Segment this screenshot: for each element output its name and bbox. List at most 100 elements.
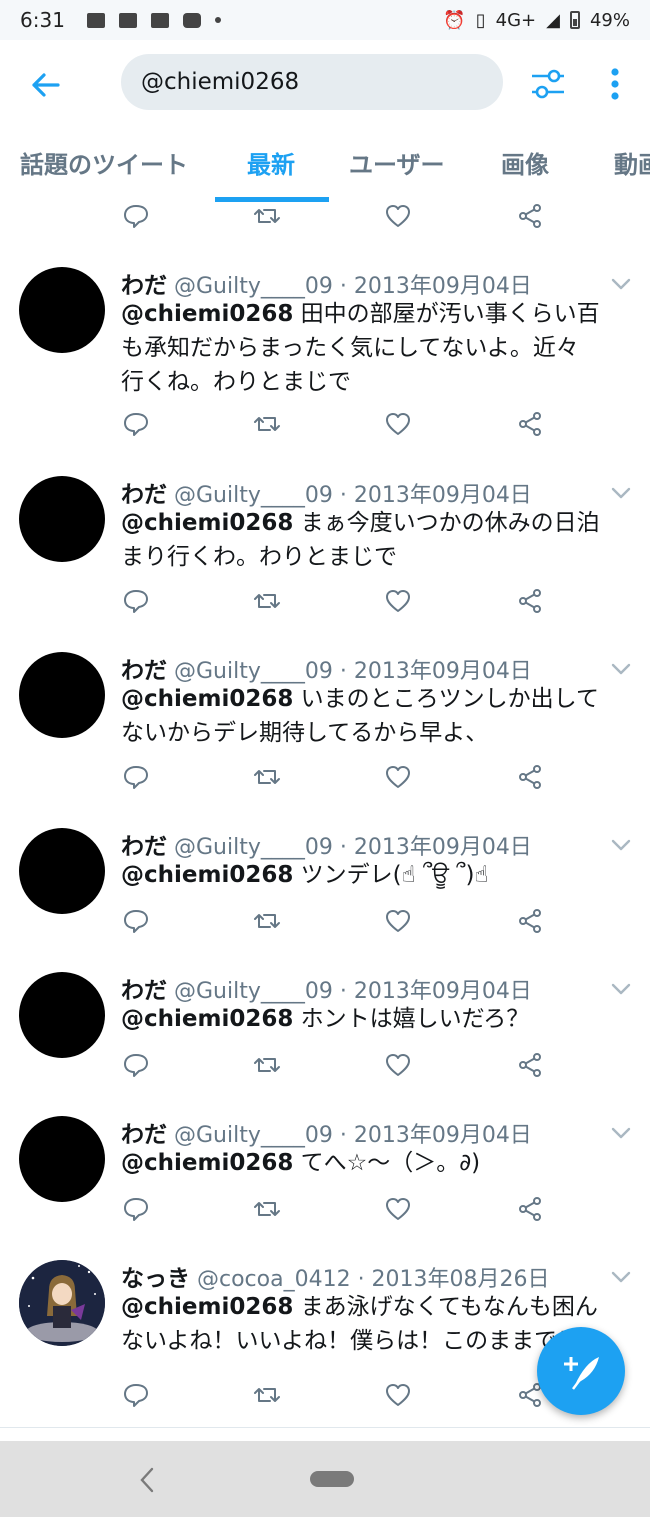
tweet-meta: @Guilty____09 · 2013年09月04日 (174, 1123, 532, 1148)
display-name: わだ (121, 1122, 167, 1148)
feather-plus-icon (564, 1357, 599, 1390)
reply-icon[interactable] (122, 763, 150, 791)
avatar[interactable] (19, 267, 105, 353)
avatar[interactable] (19, 652, 105, 738)
share-icon[interactable] (516, 587, 544, 615)
like-icon[interactable] (384, 1381, 412, 1409)
tweet-meta: @cocoa_0412 · 2013年08月26日 (197, 1267, 550, 1292)
chevron-down-icon[interactable] (610, 1269, 632, 1283)
battery-icon (569, 11, 580, 29)
tweet-text: @chiemi0268 てへ☆～（＞。∂) (121, 1146, 631, 1180)
share-icon[interactable] (516, 202, 544, 230)
reply-icon[interactable] (122, 587, 150, 615)
retweet-icon[interactable] (253, 907, 281, 935)
tweet-item[interactable]: わだ @Guilty____09 · 2013年09月04日 @chiemi02… (0, 1097, 650, 1242)
tweet-item[interactable]: わだ @Guilty____09 · 2013年09月04日 @chiemi02… (0, 633, 650, 810)
chevron-down-icon[interactable] (610, 981, 632, 995)
avatar[interactable] (19, 828, 105, 914)
reply-icon[interactable] (122, 1051, 150, 1079)
tweet-item[interactable]: わだ @Guilty____09 · 2013年09月04日 @chiemi02… (0, 953, 650, 1098)
mention-link[interactable]: @chiemi0268 (121, 686, 293, 712)
tab-top[interactable]: 話題のツイート (20, 130, 188, 200)
retweet-icon[interactable] (253, 1381, 281, 1409)
back-arrow-icon[interactable] (22, 62, 68, 108)
tab-latest[interactable]: 最新 (247, 130, 295, 200)
tab-videos[interactable]: 動画 (614, 130, 650, 200)
chevron-down-icon[interactable] (610, 837, 632, 851)
tweet-item[interactable]: わだ @Guilty____09 · 2013年09月04日 @chiemi02… (0, 248, 650, 458)
like-icon[interactable] (384, 907, 412, 935)
gallery-icon (86, 12, 105, 28)
compose-tweet-button[interactable] (537, 1327, 625, 1415)
tweet-header: わだ @Guilty____09 · 2013年09月04日 (121, 266, 532, 300)
tv-icon (118, 12, 137, 28)
tweet-header: わだ @Guilty____09 · 2013年09月04日 (121, 651, 532, 685)
like-icon[interactable] (384, 763, 412, 791)
avatar[interactable] (19, 476, 105, 562)
share-icon[interactable] (516, 1051, 544, 1079)
avatar[interactable] (19, 1116, 105, 1202)
battery-percent: 49% (589, 9, 630, 31)
tweet-text-line: 田中の部屋が汚い事くらい百 (300, 301, 600, 327)
reply-icon[interactable] (122, 202, 150, 230)
reply-icon[interactable] (122, 1381, 150, 1409)
like-icon[interactable] (384, 1195, 412, 1223)
tweet-actions (0, 1051, 650, 1081)
share-icon[interactable] (516, 907, 544, 935)
nav-back-icon[interactable] (135, 1465, 159, 1495)
top-app-bar: @chiemi0268 (0, 40, 650, 130)
tweet-text-line: ホントは嬉しいだろ？ (300, 1006, 530, 1032)
avatar[interactable] (19, 1260, 105, 1346)
tweet-text-line: まぁ今度いつかの休みの日泊 (300, 510, 600, 536)
tweet-actions (0, 410, 650, 440)
tweet-text-line: ないよね！いいよね！僕らは！このままで！ (121, 1328, 581, 1354)
mention-link[interactable]: @chiemi0268 (121, 1294, 293, 1320)
reply-icon[interactable] (122, 1195, 150, 1223)
mention-link[interactable]: @chiemi0268 (121, 1150, 293, 1176)
retweet-icon[interactable] (253, 202, 281, 230)
tweet-text-line: いまのところツンしか出して (300, 686, 599, 712)
retweet-icon[interactable] (253, 1195, 281, 1223)
reply-icon[interactable] (122, 410, 150, 438)
tweet-meta: @Guilty____09 · 2013年09月04日 (174, 835, 532, 860)
display-name: わだ (121, 273, 167, 299)
retweet-icon[interactable] (253, 587, 281, 615)
more-options-icon[interactable] (600, 64, 630, 104)
share-icon[interactable] (516, 1195, 544, 1223)
avatar-illustration (19, 1260, 105, 1346)
retweet-icon[interactable] (253, 1051, 281, 1079)
like-icon[interactable] (384, 587, 412, 615)
like-icon[interactable] (384, 1051, 412, 1079)
like-icon[interactable] (384, 410, 412, 438)
retweet-icon[interactable] (253, 763, 281, 791)
like-icon[interactable] (384, 202, 412, 230)
search-input[interactable]: @chiemi0268 (121, 54, 503, 110)
tab-photos[interactable]: 画像 (501, 130, 549, 200)
nav-home-pill[interactable] (310, 1471, 354, 1487)
chevron-down-icon[interactable] (610, 276, 632, 290)
filter-icon[interactable] (528, 64, 568, 104)
chevron-down-icon[interactable] (610, 1125, 632, 1139)
tweet-feed[interactable]: わだ @Guilty____09 · 2013年09月04日 @chiemi02… (0, 202, 650, 1440)
tweet-item[interactable]: わだ @Guilty____09 · 2013年09月04日 @chiemi02… (0, 809, 650, 954)
display-name: わだ (121, 978, 167, 1004)
chevron-down-icon[interactable] (610, 661, 632, 675)
tweet-text: @chiemi0268 ツンデレ(☝ ՞ਊ ՞)☝ (121, 858, 631, 892)
tweet-text-line: 行くね。わりとまじで (121, 369, 351, 395)
chevron-down-icon[interactable] (610, 485, 632, 499)
reply-icon[interactable] (122, 907, 150, 935)
mention-link[interactable]: @chiemi0268 (121, 862, 293, 888)
notification-dot-icon (214, 17, 221, 23)
share-icon[interactable] (516, 410, 544, 438)
mention-link[interactable]: @chiemi0268 (121, 301, 293, 327)
retweet-icon[interactable] (253, 410, 281, 438)
avatar[interactable] (19, 972, 105, 1058)
alarm-icon: ⏰ (443, 9, 466, 31)
tab-users[interactable]: ユーザー (349, 130, 445, 200)
mention-link[interactable]: @chiemi0268 (121, 1006, 293, 1032)
mention-link[interactable]: @chiemi0268 (121, 510, 293, 536)
tweet-item[interactable]: わだ @Guilty____09 · 2013年09月04日 @chiemi02… (0, 457, 650, 634)
tweet-meta: @Guilty____09 · 2013年09月04日 (174, 483, 532, 508)
share-icon[interactable] (516, 763, 544, 791)
tweet-text-line: ツンデレ(☝ ՞ਊ ՞)☝ (300, 862, 489, 888)
